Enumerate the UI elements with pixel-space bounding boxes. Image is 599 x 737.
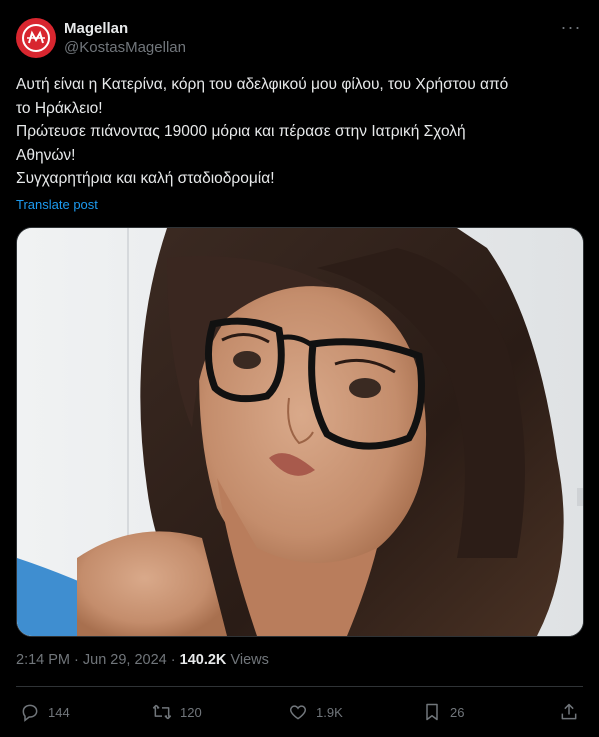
tweet-header: Magellan @KostasMagellan ···	[16, 18, 583, 62]
avatar[interactable]	[16, 18, 56, 58]
tweet-line: Πρώτευσε πιάνοντας 19000 μόρια και πέρασ…	[16, 123, 466, 140]
tweet-meta: 2:14 PM · Jun 29, 2024 · 140.2K Views	[16, 652, 269, 668]
repost-count: 120	[180, 704, 202, 720]
reply-count: 144	[48, 704, 70, 720]
like-count: 1.9K	[316, 704, 343, 720]
separator-dot: ·	[170, 652, 180, 668]
like-button[interactable]: 1.9K	[288, 700, 343, 724]
reply-icon	[22, 704, 38, 722]
handle[interactable]: @KostasMagellan	[64, 38, 186, 58]
tweet-text: Αυτή είναι η Κατερίνα, κόρη του αδελφικο…	[16, 73, 578, 191]
action-bar: 144 120 1.9K 26	[16, 700, 583, 724]
repost-button[interactable]: 120	[152, 700, 202, 724]
share-button[interactable]	[559, 700, 579, 724]
separator-dot: ·	[74, 652, 83, 668]
heart-icon	[289, 705, 307, 720]
tweet-line: Συγχαρητήρια και καλή σταδιοδρομία!	[16, 170, 275, 187]
display-name[interactable]: Magellan	[64, 20, 186, 38]
tweet-photo[interactable]	[16, 227, 584, 637]
bookmark-button[interactable]: 26	[422, 700, 464, 724]
reply-button[interactable]: 144	[20, 700, 70, 724]
share-icon	[561, 703, 577, 720]
tweet-time[interactable]: 2:14 PM	[16, 652, 70, 668]
tweet-date[interactable]: Jun 29, 2024	[83, 652, 167, 668]
views-label: Views	[230, 652, 269, 668]
translate-post-link[interactable]: Translate post	[16, 197, 98, 212]
divider	[16, 686, 583, 687]
portrait-photo	[17, 228, 583, 636]
bookmark-count: 26	[450, 704, 465, 720]
tweet-line: Αυτή είναι η Κατερίνα, κόρη του αδελφικο…	[16, 76, 509, 93]
repost-icon	[152, 704, 172, 720]
tweet-line: το Ηράκλειο!	[16, 99, 103, 117]
views-count: 140.2K	[179, 652, 227, 668]
more-options-icon[interactable]: ···	[559, 18, 583, 40]
bookmark-icon	[426, 703, 438, 721]
author-names: Magellan @KostasMagellan	[64, 20, 186, 58]
logo-icon	[22, 24, 50, 52]
tweet-line: Αθηνών!	[16, 146, 76, 164]
